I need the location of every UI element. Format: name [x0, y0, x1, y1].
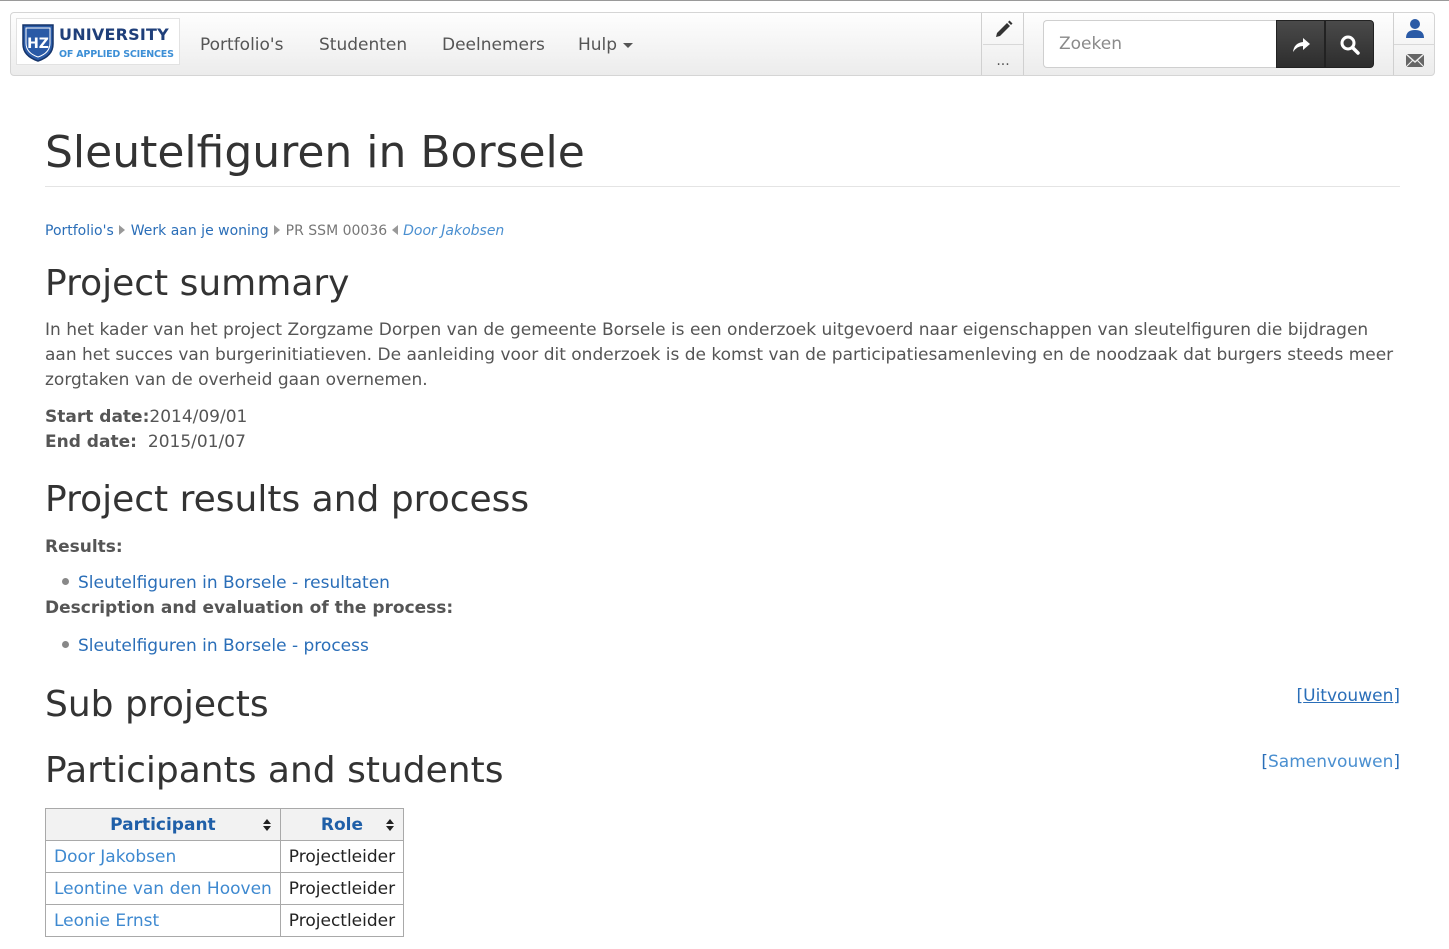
- role-cell: Projectleider: [279, 840, 405, 873]
- window-top-border: [0, 0, 1449, 1]
- summary-heading: Project summary: [45, 263, 350, 304]
- logo-line-2: OF APPLIED SCIENCES: [59, 49, 174, 60]
- table-row: Door Jakobsen Projectleider: [45, 840, 405, 873]
- participant-link[interactable]: Leonie Ernst: [54, 911, 159, 931]
- end-date-value: 2015/01/07: [147, 432, 246, 452]
- sort-icon: [386, 819, 395, 831]
- breadcrumb-author[interactable]: Door Jakobsen: [403, 223, 504, 239]
- search-button[interactable]: [1325, 20, 1374, 68]
- chevron-left-icon: [392, 225, 399, 235]
- breadcrumb: Portfolio's Werk aan je woning PR SSM 0003…: [45, 221, 504, 241]
- share-arrow-icon: [1293, 38, 1310, 52]
- column-header-label: Participant: [110, 814, 216, 835]
- table-row: Leontine van den Hooven Projectleider: [45, 872, 405, 905]
- bracket-open: [: [1261, 752, 1268, 772]
- title-divider: [45, 186, 1400, 187]
- breadcrumb-project-code: PR SSM 00036: [285, 223, 388, 239]
- role-cell: Projectleider: [279, 904, 405, 937]
- column-header-role[interactable]: Role: [279, 808, 405, 841]
- table-header-row: Participant Role: [45, 808, 405, 841]
- pencil-icon[interactable]: [992, 19, 1014, 41]
- collapse-link[interactable]: Samenvouwen: [1268, 752, 1393, 772]
- participant-link[interactable]: Leontine van den Hooven: [54, 879, 272, 899]
- project-dates: Start date:2014/09/01 End date: 2015/01/0…: [45, 405, 247, 455]
- results-heading: Project results and process: [45, 479, 530, 520]
- participant-cell: Leontine van den Hooven: [45, 872, 281, 905]
- nav-studenten[interactable]: Studenten: [319, 35, 407, 55]
- process-label: Description and evaluation of the proces…: [45, 598, 454, 618]
- participant-link[interactable]: Door Jakobsen: [54, 847, 176, 867]
- start-date-value: 2014/09/01: [149, 407, 248, 427]
- search-input[interactable]: [1043, 20, 1279, 68]
- nav-hulp-label: Hulp: [578, 35, 618, 55]
- results-label: Results:: [45, 537, 123, 557]
- participants-table: Participant Role Door Jakobsen Projectle…: [45, 808, 405, 937]
- column-header-label: Role: [320, 814, 364, 835]
- table-row: Leonie Ernst Projectleider: [45, 904, 405, 937]
- bullet-icon: [62, 641, 69, 648]
- nav-hulp-dropdown[interactable]: Hulp: [578, 35, 634, 55]
- column-header-participant[interactable]: Participant: [45, 808, 281, 841]
- svg-text:HZ: HZ: [27, 36, 49, 52]
- subprojects-heading: Sub projects: [45, 684, 269, 725]
- navbar-divider: [1394, 44, 1435, 45]
- breadcrumb-portfolios[interactable]: Portfolio's: [45, 223, 114, 239]
- navbar-divider: [983, 44, 1023, 45]
- start-date-row: Start date:2014/09/01: [45, 405, 247, 430]
- list-item: Sleutelfiguren in Borsele - resultaten: [62, 571, 390, 595]
- summary-text: In het kader van het project Zorgzame Do…: [45, 320, 1394, 390]
- participants-toggle: [Samenvouwen]: [1261, 750, 1400, 774]
- nav-portfolios[interactable]: Portfolio's: [200, 35, 283, 55]
- participant-cell: Door Jakobsen: [45, 840, 281, 873]
- bracket-close: ]: [1393, 686, 1400, 706]
- nav-deelnemers[interactable]: Deelnemers: [442, 35, 545, 55]
- page-title: Sleutelfiguren in Borsele: [45, 127, 585, 178]
- envelope-icon[interactable]: [1404, 50, 1426, 70]
- caret-down-icon: [623, 42, 634, 48]
- more-options-button[interactable]: ...: [992, 51, 1014, 71]
- hz-shield-icon: HZ: [22, 24, 54, 62]
- go-button[interactable]: [1276, 20, 1325, 68]
- chevron-right-icon: [118, 225, 125, 235]
- sort-icon: [262, 819, 272, 831]
- user-icon[interactable]: [1404, 17, 1426, 39]
- role-cell: Projectleider: [279, 872, 405, 905]
- participant-cell: Leonie Ernst: [45, 904, 281, 937]
- navbar: HZ UNIVERSITY OF APPLIED SCIENCES Portfo…: [10, 12, 1435, 76]
- navbar-divider: [1023, 13, 1024, 75]
- process-link[interactable]: Sleutelfiguren in Borsele - process: [78, 636, 369, 656]
- participants-heading: Participants and students: [45, 750, 504, 791]
- expand-link[interactable]: Uitvouwen: [1303, 686, 1393, 706]
- logo-line-1: UNIVERSITY: [59, 25, 169, 44]
- end-date-row: End date: 2015/01/07: [45, 430, 247, 455]
- search-icon: [1340, 35, 1360, 55]
- bracket-close: ]: [1393, 752, 1400, 772]
- list-item: Sleutelfiguren in Borsele - process: [62, 634, 369, 658]
- subprojects-toggle: [Uitvouwen]: [1297, 684, 1401, 708]
- breadcrumb-werk-aan-je-woning[interactable]: Werk aan je woning: [131, 223, 269, 239]
- results-link[interactable]: Sleutelfiguren in Borsele - resultaten: [78, 573, 390, 593]
- bullet-icon: [62, 578, 69, 585]
- navbar-divider: [981, 13, 982, 75]
- start-date-label: Start date:: [45, 407, 150, 427]
- end-date-label: End date:: [45, 432, 137, 452]
- university-logo[interactable]: HZ UNIVERSITY OF APPLIED SCIENCES: [16, 18, 180, 65]
- chevron-right-icon: [273, 225, 280, 235]
